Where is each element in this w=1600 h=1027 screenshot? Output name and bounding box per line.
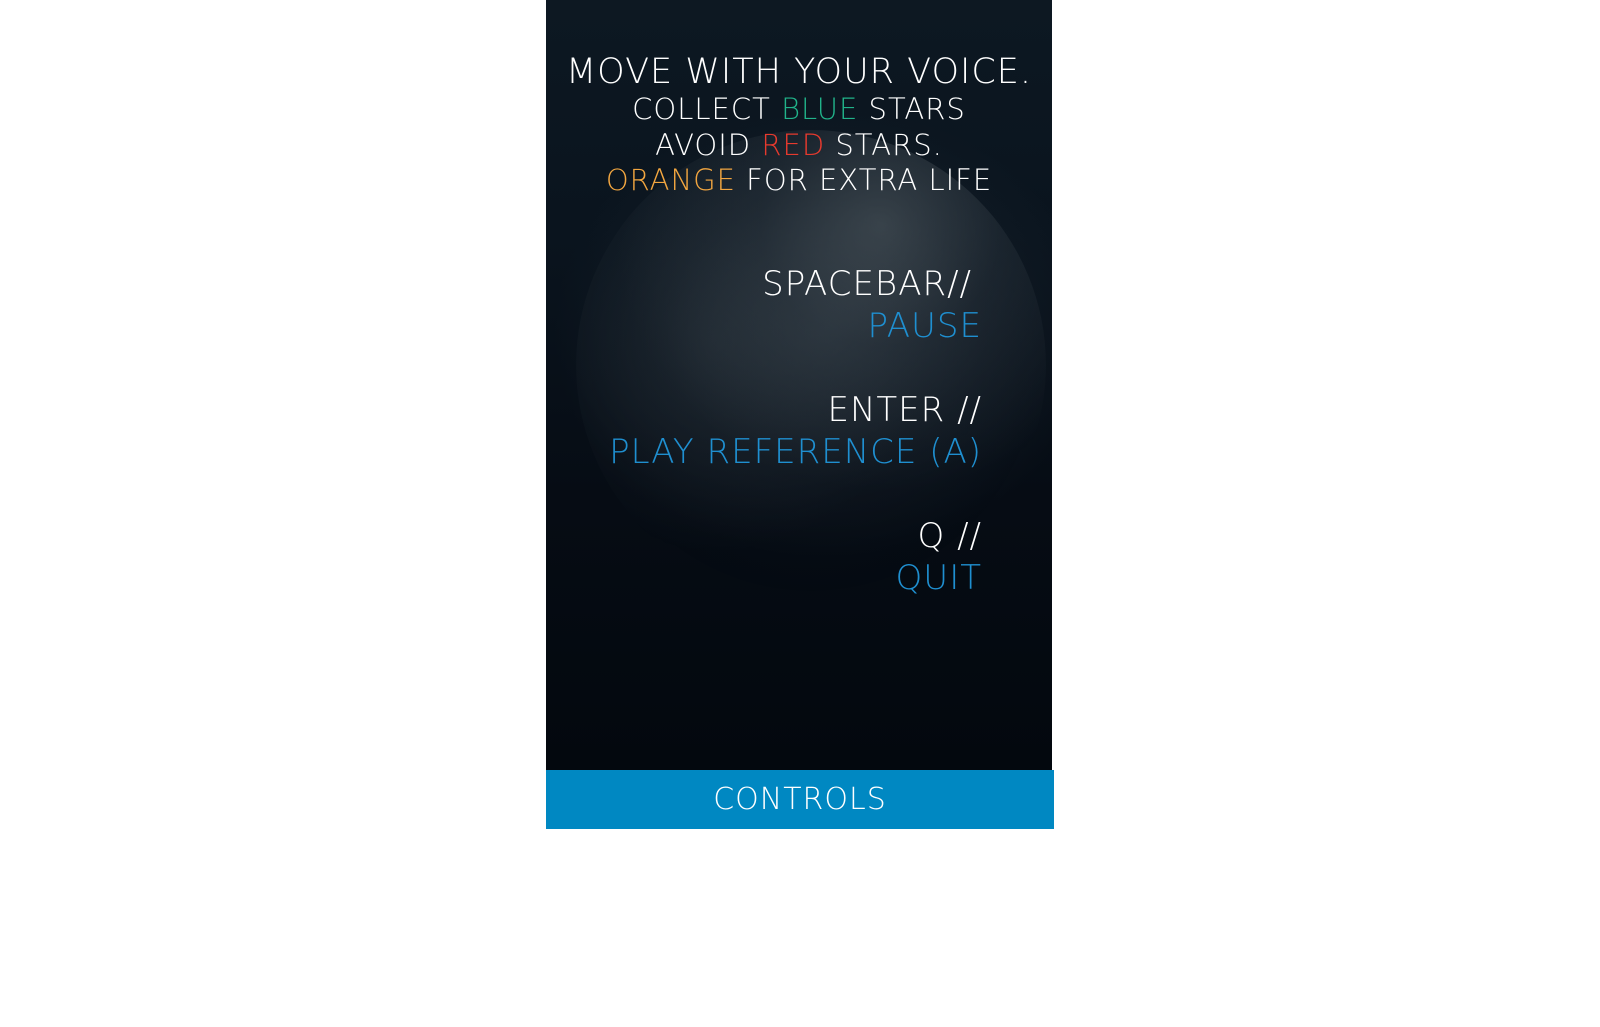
control-action-pause: PAUSE xyxy=(867,306,982,346)
controls-tab-button[interactable]: CONTROLS xyxy=(546,770,1054,829)
instruction-move-voice: MOVE WITH YOUR VOICE. xyxy=(565,52,1033,92)
control-action-play-reference: PLAY REFERENCE (A) xyxy=(609,432,982,472)
instruction-extra-life-post: FOR EXTRA LIFE xyxy=(735,163,993,197)
instruction-extra-life-color: ORANGE xyxy=(605,163,736,197)
instruction-collect: COLLECT BLUE STARS xyxy=(546,92,1052,126)
instruction-collect-post: STARS xyxy=(858,92,966,126)
control-key-enter: ENTER // xyxy=(827,390,982,430)
instruction-avoid-color: RED xyxy=(761,128,826,162)
instruction-avoid: AVOID RED STARS. xyxy=(546,128,1052,162)
instruction-extra-life: ORANGE FOR EXTRA LIFE xyxy=(546,163,1052,197)
control-key-spacebar: SPACEBAR// xyxy=(762,264,972,304)
instruction-collect-pre: COLLECT xyxy=(632,92,782,126)
instruction-collect-color: BLUE xyxy=(781,92,859,126)
controls-panel: MOVE WITH YOUR VOICE. COLLECT BLUE STARS… xyxy=(546,0,1052,770)
instruction-avoid-pre: AVOID xyxy=(655,128,762,162)
control-key-q: Q // xyxy=(917,516,982,556)
instruction-avoid-post: STARS. xyxy=(825,128,943,162)
control-action-quit: QUIT xyxy=(895,558,982,598)
